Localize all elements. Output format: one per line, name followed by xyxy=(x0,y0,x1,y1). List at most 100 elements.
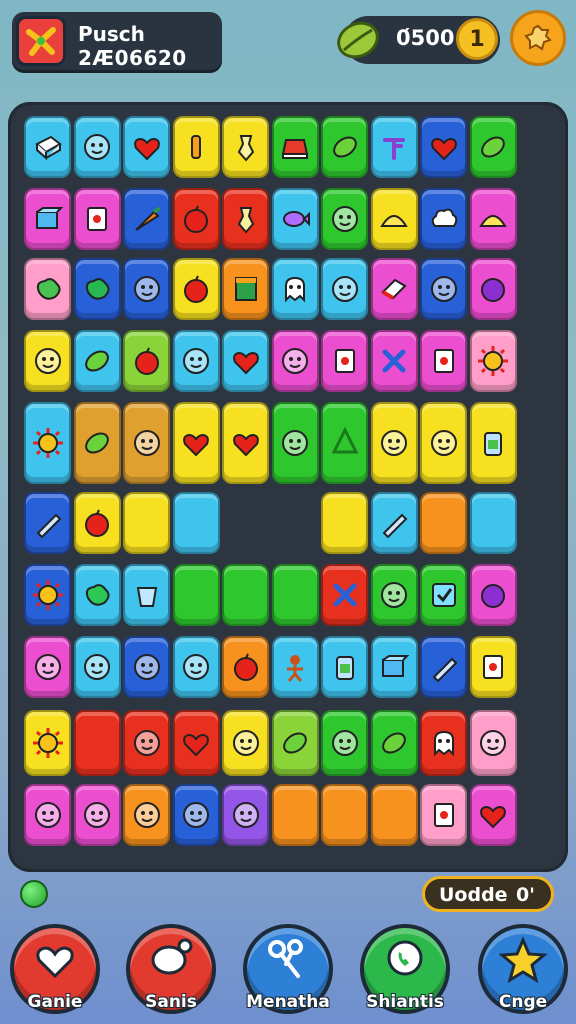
tile[interactable] xyxy=(271,564,319,626)
tile[interactable] xyxy=(420,492,467,554)
tile[interactable] xyxy=(420,710,467,776)
tile[interactable] xyxy=(370,258,418,320)
tile[interactable] xyxy=(24,710,71,776)
tile[interactable] xyxy=(271,784,319,846)
tile[interactable] xyxy=(123,710,170,776)
tile[interactable] xyxy=(271,258,319,320)
tile[interactable] xyxy=(73,402,121,484)
tile[interactable] xyxy=(222,564,269,626)
tile[interactable] xyxy=(24,784,71,846)
tile[interactable] xyxy=(271,710,319,776)
tile[interactable] xyxy=(420,636,467,698)
tile[interactable] xyxy=(222,116,269,178)
tile[interactable] xyxy=(469,784,517,846)
mode-indicator[interactable]: Uodde 0' xyxy=(422,876,554,912)
tile[interactable] xyxy=(420,784,467,846)
tile[interactable] xyxy=(370,188,418,250)
tile[interactable] xyxy=(469,116,517,178)
tile[interactable] xyxy=(370,116,418,178)
tile[interactable] xyxy=(321,492,368,554)
tile[interactable] xyxy=(469,330,517,392)
tile[interactable] xyxy=(73,784,121,846)
coin-badge[interactable]: 1 xyxy=(456,18,498,60)
tile[interactable] xyxy=(24,564,71,626)
tile[interactable] xyxy=(24,636,71,698)
tile[interactable] xyxy=(172,636,220,698)
tile[interactable] xyxy=(469,564,517,626)
tile[interactable] xyxy=(370,710,418,776)
tile[interactable] xyxy=(172,564,220,626)
tile[interactable] xyxy=(73,492,121,554)
player-profile[interactable]: Pusch 2Æ06620 xyxy=(12,12,222,70)
tile[interactable] xyxy=(321,258,368,320)
tile[interactable] xyxy=(321,710,368,776)
tile[interactable] xyxy=(172,188,220,250)
tile[interactable] xyxy=(73,710,121,776)
tile[interactable] xyxy=(469,492,517,554)
tile[interactable] xyxy=(370,492,418,554)
tile[interactable] xyxy=(123,330,170,392)
tile[interactable] xyxy=(370,330,418,392)
tile[interactable] xyxy=(24,402,71,484)
tile[interactable] xyxy=(420,116,467,178)
tile[interactable] xyxy=(321,636,368,698)
tile[interactable] xyxy=(222,784,269,846)
tile[interactable] xyxy=(370,636,418,698)
tile[interactable] xyxy=(469,188,517,250)
tile[interactable] xyxy=(469,710,517,776)
tile[interactable] xyxy=(271,188,319,250)
tile[interactable] xyxy=(24,330,71,392)
tile[interactable] xyxy=(172,330,220,392)
tile[interactable] xyxy=(172,784,220,846)
tile[interactable] xyxy=(73,188,121,250)
tile[interactable] xyxy=(222,330,269,392)
tile[interactable] xyxy=(24,492,71,554)
tile[interactable] xyxy=(73,564,121,626)
tile[interactable] xyxy=(420,402,467,484)
tile[interactable] xyxy=(222,258,269,320)
tile[interactable] xyxy=(222,636,269,698)
tile[interactable] xyxy=(123,564,170,626)
tile[interactable] xyxy=(271,636,319,698)
tile[interactable] xyxy=(172,258,220,320)
tile[interactable] xyxy=(420,330,467,392)
tile[interactable] xyxy=(469,402,517,484)
tile[interactable] xyxy=(24,258,71,320)
tile[interactable] xyxy=(123,258,170,320)
tile[interactable] xyxy=(222,710,269,776)
tile[interactable] xyxy=(73,330,121,392)
tile[interactable] xyxy=(123,188,170,250)
tile[interactable] xyxy=(271,330,319,392)
tile[interactable] xyxy=(420,188,467,250)
tile[interactable] xyxy=(172,402,220,484)
tile[interactable] xyxy=(123,492,170,554)
tile[interactable] xyxy=(123,402,170,484)
tile[interactable] xyxy=(271,116,319,178)
tile[interactable] xyxy=(469,636,517,698)
tile[interactable] xyxy=(321,330,368,392)
tile[interactable] xyxy=(73,258,121,320)
tile[interactable] xyxy=(222,402,269,484)
tile[interactable] xyxy=(469,258,517,320)
tile[interactable] xyxy=(73,116,121,178)
tile[interactable] xyxy=(420,258,467,320)
tile[interactable] xyxy=(123,784,170,846)
tile[interactable] xyxy=(123,636,170,698)
tile[interactable] xyxy=(420,564,467,626)
settings-button[interactable] xyxy=(510,10,566,66)
tile[interactable] xyxy=(73,636,121,698)
tile[interactable] xyxy=(172,492,220,554)
tile[interactable] xyxy=(172,710,220,776)
tile[interactable] xyxy=(370,402,418,484)
tile[interactable] xyxy=(370,784,418,846)
tile[interactable] xyxy=(321,564,368,626)
tile[interactable] xyxy=(321,188,368,250)
tile[interactable] xyxy=(271,402,319,484)
tile[interactable] xyxy=(24,188,71,250)
tile[interactable] xyxy=(222,188,269,250)
tile[interactable] xyxy=(321,116,368,178)
tile[interactable] xyxy=(370,564,418,626)
tile[interactable] xyxy=(123,116,170,178)
tile[interactable] xyxy=(24,116,71,178)
tile[interactable] xyxy=(172,116,220,178)
